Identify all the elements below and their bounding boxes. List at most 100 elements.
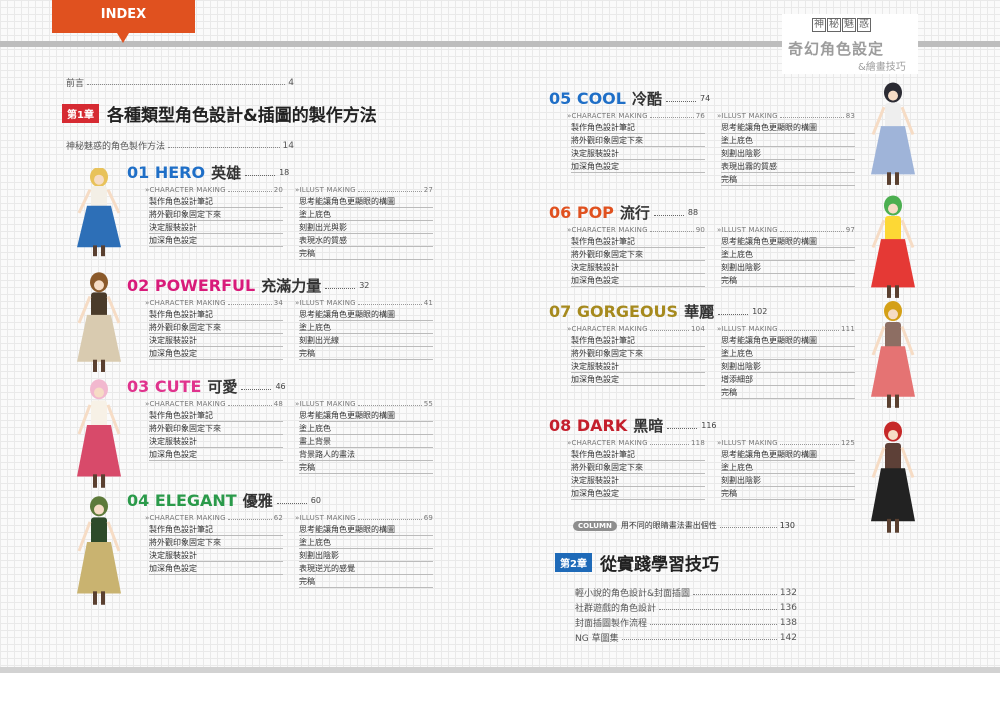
step-item: 決定服裝設計 [149,334,283,347]
step-item: 塗上底色 [299,208,433,221]
preface-entry[interactable]: 前言 4 [66,76,294,90]
character-making-entry[interactable]: » CHARACTER MAKING 90 [567,224,705,235]
step-item: 畫上背景 [299,435,433,448]
step-item: 完稿 [721,386,855,399]
character-making-entry[interactable]: » CHARACTER MAKING 62 [145,512,283,523]
section-heading: 07 GORGEOUS 華麗 102 [549,301,855,321]
character-making-entry[interactable]: » CHARACTER MAKING 118 [567,437,705,448]
illust-making-entry[interactable]: » ILLUST MAKING 27 [295,184,433,195]
illust-making-entry[interactable]: » ILLUST MAKING 111 [717,323,855,334]
step-item: 完稿 [299,461,433,474]
step-item: 思考能讓角色更顯眼的構圖 [721,334,855,347]
character-making-entry[interactable]: » CHARACTER MAKING 104 [567,323,705,334]
illust-making-entry[interactable]: » ILLUST MAKING 69 [295,512,433,523]
character-illustration [871,301,915,408]
step-item: 塗上底色 [721,248,855,261]
making-label: CHARACTER MAKING [149,399,226,408]
step-item: 加深角色設定 [571,274,705,287]
chapter2-item[interactable]: 輕小說的角色設計&封面插圖 132 [575,585,797,600]
illust-making-entry[interactable]: » ILLUST MAKING 83 [717,110,855,121]
chapter2-item[interactable]: NG 草圖集 142 [575,630,797,645]
step-item: 思考能讓角色更顯眼的構圖 [299,195,433,208]
section-entry[interactable]: 02 POWERFUL 充滿力量 32» CHARACTER MAKING 34 製作角色… [127,275,433,360]
step-item: 增添細部 [721,373,855,386]
step-item: 刻劃出陰影 [299,549,433,562]
making-label: CHARACTER MAKING [571,324,648,333]
section-heading: 01 HERO 英雄 18 [127,162,433,182]
illust-making-entry[interactable]: » ILLUST MAKING 55 [295,398,433,409]
section-heading: 06 POP 流行 88 [549,202,855,222]
intro-entry[interactable]: 神秘魅惑的角色製作方法 14 [66,139,294,153]
section-page: 46 [275,381,286,391]
step-item: 塗上底色 [721,347,855,360]
step-item: 背景路人的畫法 [299,448,433,461]
making-label: CHARACTER MAKING [571,225,648,234]
character-illustration [77,272,121,372]
step-item: 決定服裝設計 [571,360,705,373]
section-heading: 04 ELEGANT 優雅 60 [127,490,433,510]
character-making-entry[interactable]: » CHARACTER MAKING 20 [145,184,283,195]
illust-making-entry[interactable]: » ILLUST MAKING 125 [717,437,855,448]
section-entry[interactable]: 05 COOL 冷酷 74» CHARACTER MAKING 76 製作角色設計筆記 將外… [549,88,855,186]
chapter2-item[interactable]: 社群遊戲的角色設計 136 [575,600,797,615]
character-making-entry[interactable]: » CHARACTER MAKING 34 [145,297,283,308]
making-label: CHARACTER MAKING [571,111,648,120]
section-page: 74 [700,93,711,103]
step-item: 製作角色設計筆記 [571,448,705,461]
section-entry[interactable]: 01 HERO 英雄 18» CHARACTER MAKING 20 製作角色設計筆記 將外… [127,162,433,260]
step-item: 加深角色設定 [149,234,283,247]
step-item: 加深角色設定 [571,160,705,173]
making-page: 83 [845,111,855,120]
item-label: 社群遊戲的角色設計 [575,604,657,614]
illust-making-block: » ILLUST MAKING 97 思考能讓角色更顯眼的構圖 塗上底色 刻劃出陰影 完稿 [717,224,855,287]
section-title: 可愛 [207,377,238,396]
chapter2-item[interactable]: 封面插圖製作流程 138 [575,615,797,630]
making-label: ILLUST MAKING [299,399,356,408]
section-number: 04 ELEGANT [127,490,237,510]
illust-making-entry[interactable]: » ILLUST MAKING 97 [717,224,855,235]
character-illustration [77,379,121,488]
making-label: ILLUST MAKING [721,324,778,333]
step-item: 塗上底色 [721,134,855,147]
section-title: 華麗 [684,302,715,321]
section-title: 優雅 [242,491,273,510]
section-entry[interactable]: 06 POP 流行 88» CHARACTER MAKING 90 製作角色設計筆記 將外觀… [549,202,855,287]
making-label: ILLUST MAKING [299,513,356,522]
making-page: 48 [273,399,283,408]
index-tab-pointer [117,33,129,43]
making-page: 111 [841,324,855,333]
column-entry[interactable]: COLUMN 用不同的眼睛畫法畫出個性 130 [573,520,795,531]
illust-making-block: » ILLUST MAKING 41 思考能讓角色更顯眼的構圖 塗上底色 刻劃出光線 完稿 [295,297,433,360]
step-item: 完稿 [299,575,433,588]
step-item: 將外觀印象固定下來 [149,422,283,435]
section-title: 英雄 [211,163,242,182]
step-item: 刻劃出陰影 [721,147,855,160]
step-item: 決定服裝設計 [571,474,705,487]
character-making-block: » CHARACTER MAKING 20 製作角色設計筆記 將外觀印象固定下來 決定服裝… [145,184,283,260]
section-entry[interactable]: 07 GORGEOUS 華麗 102» CHARACTER MAKING 104 製作角色… [549,301,855,399]
character-making-entry[interactable]: » CHARACTER MAKING 48 [145,398,283,409]
step-item: 將外觀印象固定下來 [149,321,283,334]
character-illustration [871,421,915,533]
making-label: CHARACTER MAKING [149,513,226,522]
section-page: 102 [752,306,768,316]
step-item: 完稿 [721,487,855,500]
section-entry[interactable]: 04 ELEGANT 優雅 60» CHARACTER MAKING 62 製作角色設計筆… [127,490,433,588]
column-badge: COLUMN [573,520,617,531]
item-page: 142 [779,632,797,643]
character-making-entry[interactable]: » CHARACTER MAKING 76 [567,110,705,121]
illust-making-entry[interactable]: » ILLUST MAKING 41 [295,297,433,308]
character-illustration [871,195,915,298]
step-item: 將外觀印象固定下來 [571,248,705,261]
making-page: 20 [273,185,283,194]
making-page: 41 [423,298,433,307]
illust-making-block: » ILLUST MAKING 69 思考能讓角色更顯眼的構圖 塗上底色 刻劃出陰影 表現逆… [295,512,433,588]
step-item: 決定服裝設計 [149,435,283,448]
item-page: 138 [779,617,797,628]
section-entry[interactable]: 08 DARK 黑暗 116» CHARACTER MAKING 118 製作角色設計筆記… [549,415,855,500]
section-title: 流行 [619,203,650,222]
item-label: NG 草圖集 [575,634,619,644]
step-item: 加深角色設定 [571,487,705,500]
chapter2-title: 從實踐學習技巧 [599,555,719,575]
section-entry[interactable]: 03 CUTE 可愛 46» CHARACTER MAKING 48 製作角色設計筆記 將外… [127,376,433,474]
